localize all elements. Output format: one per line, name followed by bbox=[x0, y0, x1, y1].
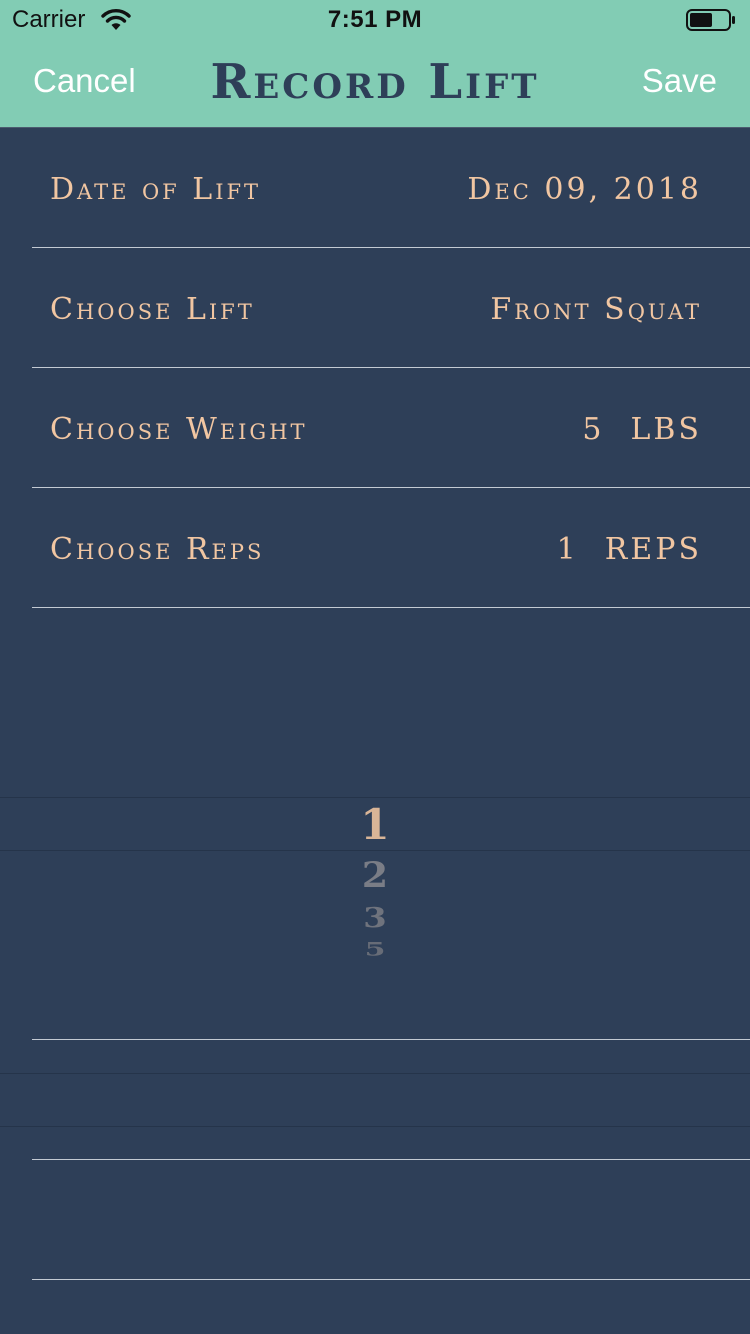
divider bbox=[0, 1126, 750, 1127]
picker-item-selected[interactable]: 1 bbox=[0, 800, 750, 849]
choose-reps-value: 1 REPS bbox=[557, 532, 702, 567]
battery-icon bbox=[686, 9, 735, 31]
divider bbox=[32, 1039, 750, 1040]
status-bar: Carrier 7:51 PM bbox=[0, 0, 750, 40]
divider bbox=[32, 1279, 750, 1280]
reps-unit: REPS bbox=[604, 532, 702, 567]
date-of-lift-label: Date of Lift bbox=[50, 172, 262, 207]
divider bbox=[32, 1159, 750, 1160]
choose-weight-value: 5 LBS bbox=[582, 412, 702, 447]
status-time: 7:51 PM bbox=[327, 6, 423, 33]
nav-bar: Cancel Record Lift Save bbox=[0, 40, 750, 128]
choose-weight-label: Choose Weight bbox=[50, 412, 308, 447]
choose-reps-label: Choose Reps bbox=[50, 532, 265, 567]
picker-item[interactable]: 2 bbox=[0, 854, 750, 895]
choose-reps-row[interactable]: Choose Reps 1 REPS bbox=[32, 488, 750, 608]
picker-item[interactable]: 3 bbox=[0, 902, 750, 934]
picker-selection-top-line bbox=[0, 797, 750, 798]
choose-lift-row[interactable]: Choose Lift Front Squat bbox=[32, 248, 750, 368]
choose-lift-value: Front Squat bbox=[490, 292, 702, 327]
weight-number: 5 bbox=[582, 412, 605, 447]
date-of-lift-value: Dec 09, 2018 bbox=[467, 172, 702, 207]
reps-number: 1 bbox=[556, 532, 579, 567]
divider bbox=[0, 1073, 750, 1074]
save-button[interactable]: Save bbox=[642, 62, 717, 100]
date-of-lift-row[interactable]: Date of Lift Dec 09, 2018 bbox=[32, 128, 750, 248]
weight-unit: LBS bbox=[630, 412, 702, 447]
reps-picker[interactable]: 1 2 3 5 bbox=[0, 608, 750, 1040]
choose-lift-label: Choose Lift bbox=[50, 292, 255, 327]
choose-weight-row[interactable]: Choose Weight 5 LBS bbox=[32, 368, 750, 488]
picker-selection-bottom-line bbox=[0, 850, 750, 851]
picker-item[interactable]: 5 bbox=[0, 939, 750, 961]
page-title: Record Lift bbox=[210, 54, 540, 110]
